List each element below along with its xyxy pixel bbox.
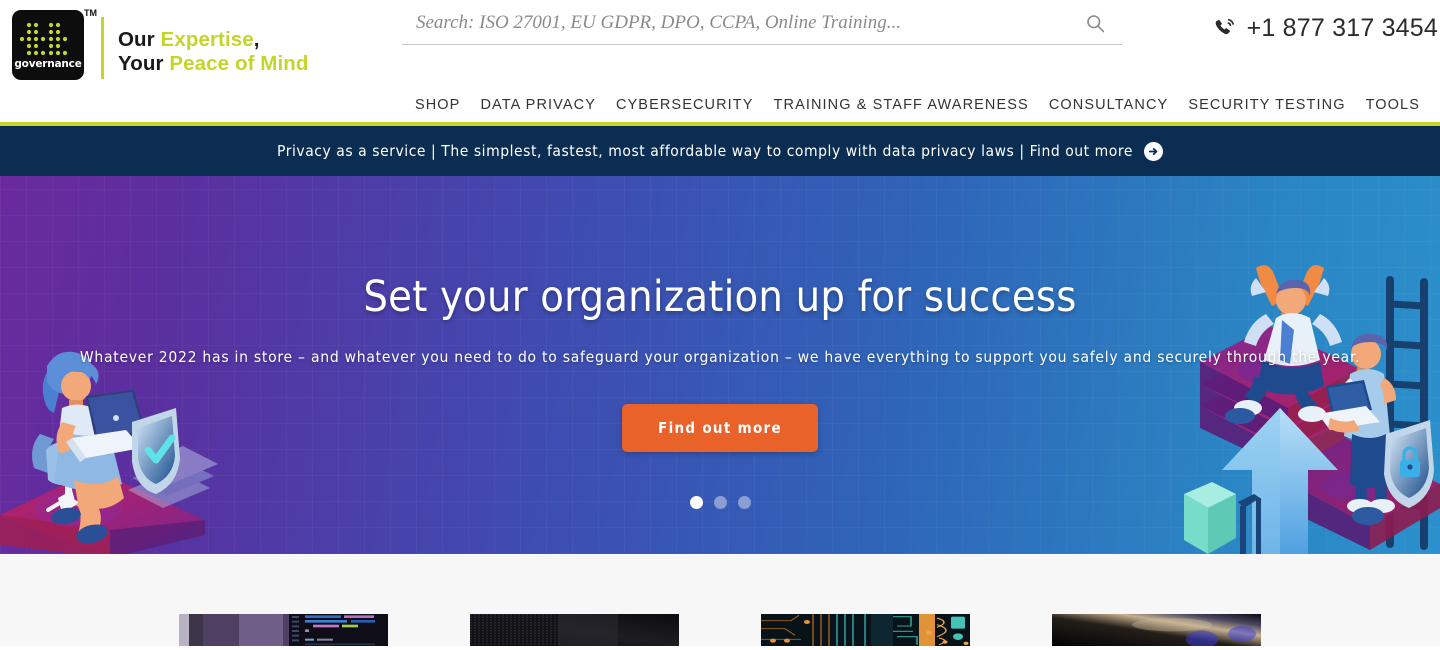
hero-subtitle: Whatever 2022 has in store – and whateve… — [79, 348, 1361, 366]
nav-item-shop[interactable]: SHOP — [405, 97, 471, 113]
search-row — [402, 10, 1122, 45]
nav-item-consultancy[interactable]: CONSULTANCY — [1039, 97, 1179, 113]
promo-banner[interactable]: Privacy as a service | The simplest, fas… — [0, 126, 1440, 176]
search-icon — [1087, 14, 1105, 32]
search-input[interactable] — [402, 10, 1077, 36]
nav-item-security-testing[interactable]: SECURITY TESTING — [1178, 97, 1355, 113]
nav-item-training-staff-awareness[interactable]: TRAINING & STAFF AWARENESS — [764, 97, 1039, 113]
promo-banner-link[interactable]: Privacy as a service | The simplest, fas… — [277, 141, 1163, 161]
hero-slider-dot-1[interactable] — [689, 496, 703, 509]
card-4[interactable] — [1052, 614, 1261, 646]
search-bar — [402, 10, 1122, 45]
search-submit-button[interactable] — [1077, 13, 1122, 34]
brand-divider — [101, 17, 104, 79]
card-1-thumbnail — [179, 614, 388, 646]
card-2[interactable] — [470, 614, 679, 646]
trademark-symbol: TM — [84, 8, 97, 18]
card-2-thumbnail — [470, 614, 679, 646]
arrow-right-circle-icon — [1143, 141, 1163, 161]
brand-logo-block[interactable]: TM governance Our Expertise, Your Peace … — [0, 0, 309, 80]
cards-strip — [0, 554, 1440, 646]
hero-slider: Set your organization up for success Wha… — [0, 176, 1440, 554]
top-bar: TM governance Our Expertise, Your Peace … — [0, 0, 1440, 88]
tagline-comma: , — [253, 28, 260, 51]
hero-content: Set your organization up for success Wha… — [0, 176, 1440, 509]
hero-slider-dots — [0, 496, 1440, 509]
phone-contact[interactable]: +1 877 317 3454 — [1212, 14, 1440, 43]
hero-slider-dot-3[interactable] — [737, 496, 751, 509]
card-3-thumbnail — [761, 614, 970, 646]
nav-item-cybersecurity[interactable]: CYBERSECURITY — [606, 97, 764, 113]
logo-dot-matrix-icon — [20, 22, 68, 56]
card-1[interactable] — [179, 614, 388, 646]
tagline-expertise: Expertise — [160, 28, 254, 51]
hero-slider-dot-2[interactable] — [713, 496, 727, 509]
brand-tagline: Our Expertise, Your Peace of Mind — [118, 14, 309, 76]
phone-number: +1 877 317 3454 — [1246, 14, 1438, 42]
card-4-thumbnail — [1052, 614, 1261, 646]
tagline-your: Your — [118, 52, 170, 75]
card-3[interactable] — [761, 614, 970, 646]
nav-item-tools[interactable]: TOOLS — [1356, 97, 1430, 113]
main-navigation: SHOP DATA PRIVACY CYBERSECURITY TRAINING… — [0, 88, 1440, 122]
phone-ring-icon — [1215, 18, 1234, 34]
promo-banner-text: Privacy as a service | The simplest, fas… — [277, 142, 1133, 160]
hero-title: Set your organization up for success — [363, 272, 1077, 322]
tagline-peace-of-mind: Peace of Mind — [169, 52, 309, 75]
hero-cta-find-out-more-button[interactable]: Find out more — [622, 404, 818, 452]
nav-item-data-privacy[interactable]: DATA PRIVACY — [470, 97, 606, 113]
logo-wordmark: governance — [14, 58, 82, 70]
tagline-our: Our — [118, 28, 161, 51]
itgovernance-logo-icon[interactable]: TM governance — [12, 8, 97, 80]
